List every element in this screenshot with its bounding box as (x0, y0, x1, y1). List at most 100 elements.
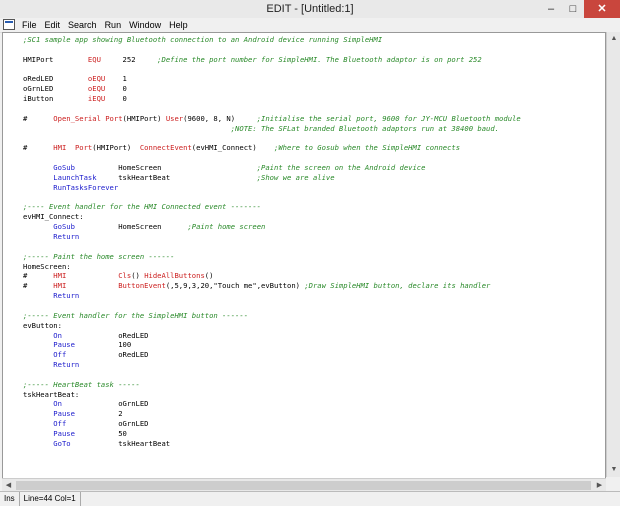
code-line: # HMI Cls() HideAllButtons() (23, 271, 213, 280)
vertical-scrollbar[interactable]: ▲ ▼ (606, 32, 620, 477)
code-token: Pause (53, 340, 75, 350)
code-token: 0 (105, 94, 127, 104)
maximize-button[interactable]: □ (562, 0, 584, 18)
code-line: Pause 2 (23, 409, 123, 419)
scroll-down-icon[interactable]: ▼ (607, 463, 620, 477)
code-line: Pause 100 (23, 340, 131, 349)
app-icon[interactable] (3, 19, 15, 30)
cursor-position: Line=44 Col=1 (20, 492, 81, 506)
code-line: On oGrnLED (23, 399, 148, 408)
menu-search[interactable]: Search (68, 18, 97, 32)
menu-file[interactable]: File (22, 18, 37, 32)
horizontal-scrollbar[interactable]: ◀ ▶ (2, 478, 606, 492)
code-token: # (23, 281, 54, 291)
code-token: oEQU (87, 84, 106, 94)
minimize-button[interactable]: – (540, 0, 562, 18)
code-line: iButton iEQU 0 (23, 94, 127, 103)
code-token: GoTo (53, 438, 71, 448)
code-line: oRedLED oEQU 1 (23, 74, 127, 83)
code-line: Return (23, 360, 79, 369)
code-line: ;----- Event handler for the SimpleHMI b… (23, 311, 248, 320)
code-token: 1 (105, 74, 127, 84)
code-token: GoSub (53, 163, 75, 173)
code-token: ;Paint home screen (187, 222, 266, 232)
code-token: Return (53, 232, 80, 241)
menu-run[interactable]: Run (105, 18, 122, 32)
insert-mode: Ins (0, 492, 20, 506)
code-token: RunTasksForever (53, 182, 119, 192)
code-token: Open_Serial Port (53, 113, 123, 123)
code-token: Return (53, 291, 80, 301)
close-button[interactable]: ✕ (584, 0, 620, 18)
code-line: GoSub HomeScreen ;Paint the screen on th… (23, 163, 425, 172)
code-line: HomeScreen: (23, 262, 71, 271)
code-token: (,5,9,3,20,"Touch me",evButton) (165, 281, 305, 291)
code-token: oGrnLED (66, 419, 149, 429)
code-token: ;Define the port number for SimpleHMI. T… (157, 54, 482, 64)
code-token: HMI (53, 281, 67, 291)
code-token: oEQU (87, 74, 106, 84)
code-token: 2 (74, 409, 123, 419)
code-token: tskHeartBeat: (23, 389, 80, 399)
code-line: ;----- Paint the home screen ------ (23, 252, 174, 261)
code-token: On (53, 330, 62, 340)
code-token: oRedLED (23, 74, 88, 84)
code-token: tskHeartBeat (70, 438, 171, 448)
code-editor[interactable]: ;SC1 sample app showing Bluetooth connec… (2, 32, 606, 479)
code-token: HomeScreen: (23, 261, 71, 271)
code-token: HomeScreen (74, 222, 188, 232)
code-line: oGrnLED oEQU 0 (23, 84, 127, 93)
code-token: 0 (105, 84, 127, 94)
code-token: ;Paint the screen on the Android device (256, 163, 426, 173)
code-line: evButton: (23, 321, 62, 330)
code-token: LaunchTask (53, 172, 97, 182)
code-token: Cls (118, 271, 132, 281)
code-line: ;----- HeartBeat task ----- (23, 380, 140, 389)
code-line: # HMI ButtonEvent(,5,9,3,20,"Touch me",e… (23, 281, 490, 290)
menu-window[interactable]: Window (129, 18, 161, 32)
code-line: evHMI_Connect: (23, 212, 84, 221)
code-token: ;Where to Gosub when the SimpleHMI conne… (274, 143, 461, 153)
code-token: # (23, 113, 54, 123)
window-title: EDIT - [Untitled:1] (266, 3, 354, 15)
code-token: HomeScreen (74, 163, 257, 173)
code-token: 50 (74, 429, 127, 438)
code-line: Off oRedLED (23, 350, 148, 359)
code-token: (HMIPort) (92, 143, 140, 153)
code-token: ;----- HeartBeat task ----- (23, 379, 140, 389)
code-token: ;---- Event handler for the HMI Connecte… (23, 202, 261, 212)
code-token: Return (53, 360, 80, 370)
code-token: # (23, 143, 54, 153)
menu-help[interactable]: Help (169, 18, 188, 32)
code-token: ButtonEvent (118, 281, 166, 291)
scroll-up-icon[interactable]: ▲ (607, 32, 620, 46)
code-token: evHMI_Connect: (23, 212, 84, 222)
code-token: Off (53, 419, 67, 429)
code-token: User (165, 113, 184, 123)
menu-edit[interactable]: Edit (45, 18, 61, 32)
code-token: 100 (74, 340, 132, 350)
code-token: Pause (53, 409, 75, 419)
scrollbar-thumb[interactable] (16, 481, 591, 490)
code-token: 252 (100, 54, 158, 64)
menu-bar: File Edit Search Run Window Help (0, 18, 620, 33)
code-line: # Open_Serial Port(HMIPort) User(9600, 8… (23, 114, 521, 123)
code-line: Pause 50 (23, 429, 127, 438)
code-token: EQU (87, 54, 101, 64)
code-token: HideAllButtons (144, 271, 205, 281)
code-line: GoTo tskHeartBeat (23, 439, 170, 448)
